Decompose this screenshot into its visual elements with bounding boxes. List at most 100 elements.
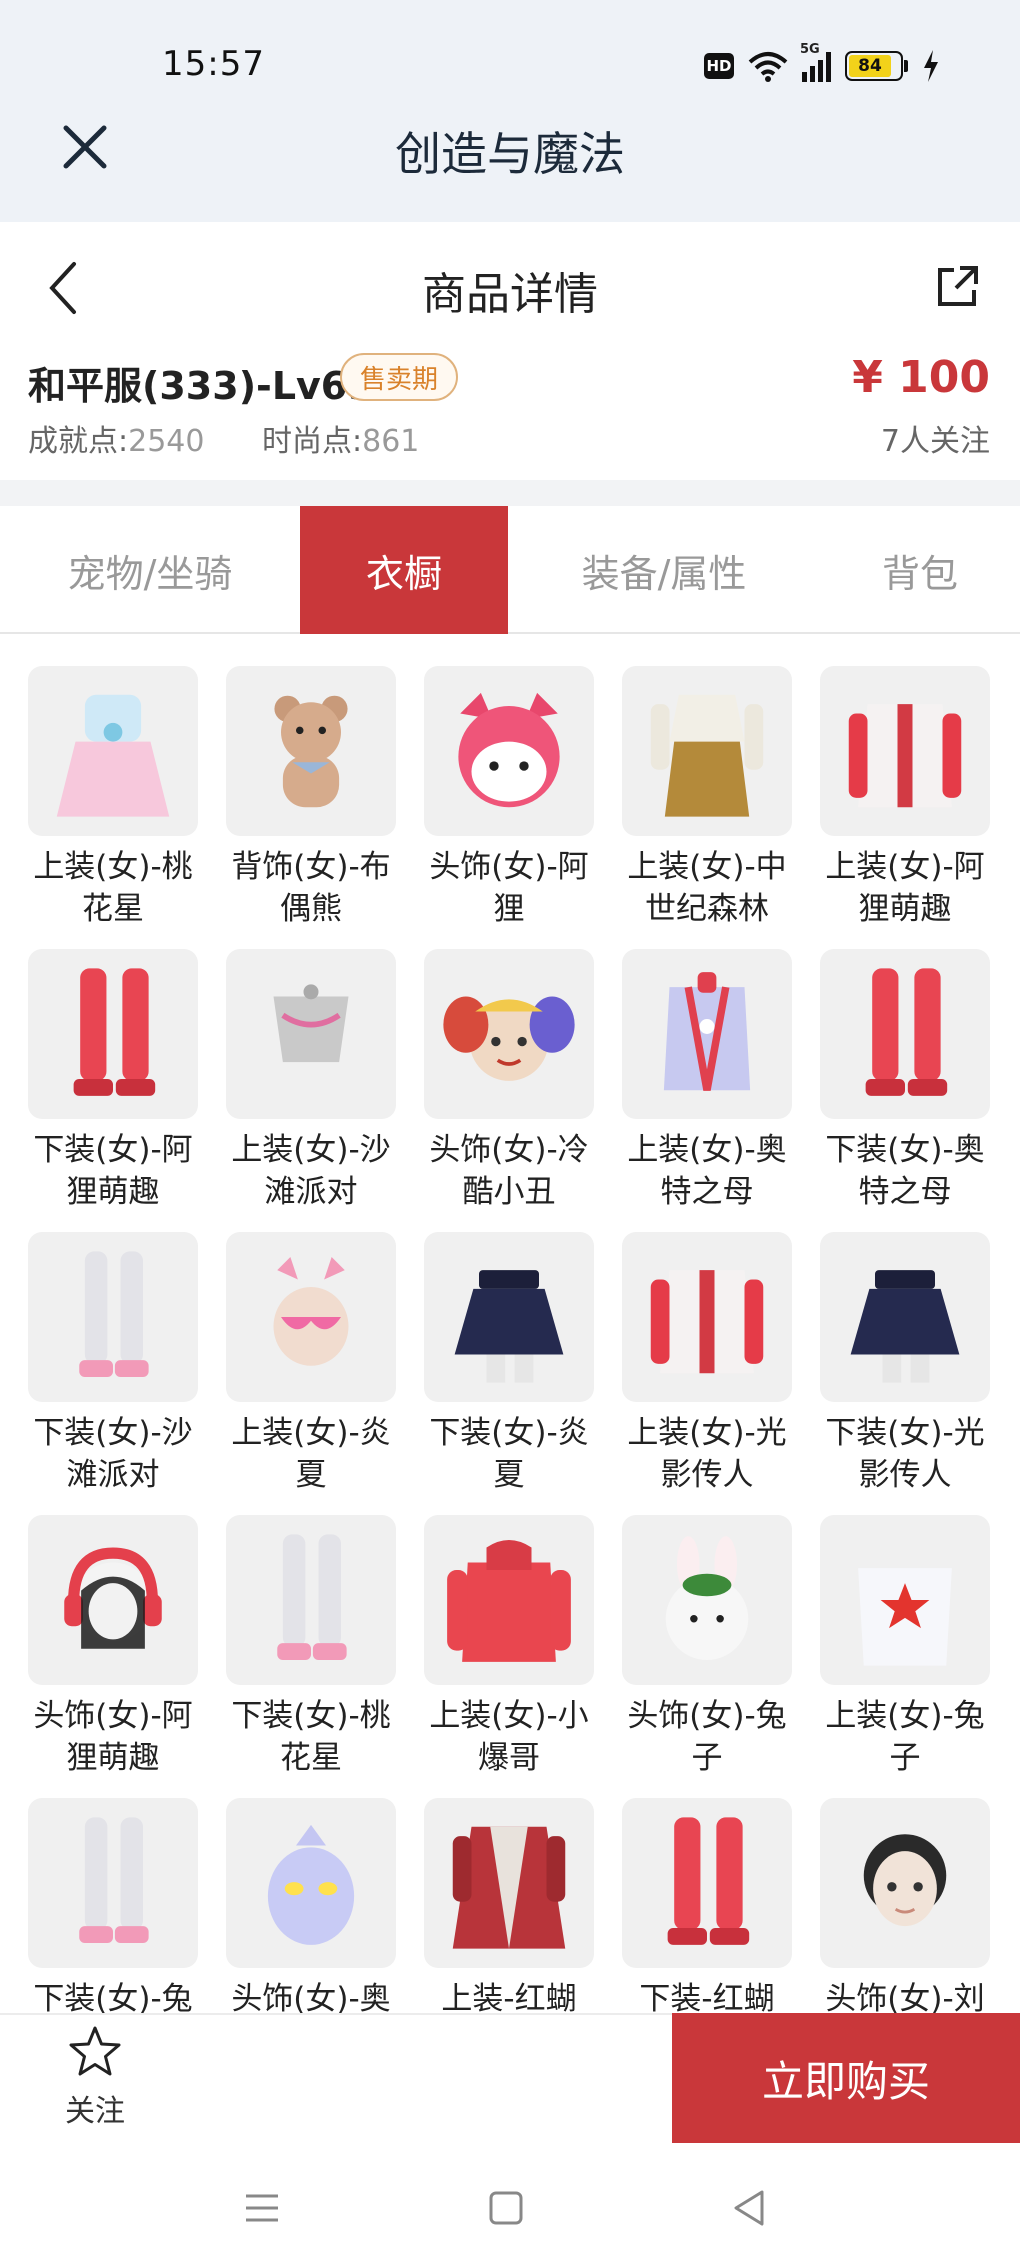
share-icon[interactable] xyxy=(934,262,982,310)
wardrobe-item[interactable]: 头饰(女)-奥 xyxy=(226,1798,396,2013)
tab-bar: 宠物/坐骑 衣橱 装备/属性 背包 xyxy=(0,506,1020,634)
wardrobe-grid: 上装(女)-桃花星 背饰(女)-布偶熊 头饰(女)-阿狸 上装(女)-中世纪森林 上装(… xyxy=(28,666,992,2013)
item-thumbnail xyxy=(28,1232,198,1402)
clown-head-icon xyxy=(443,996,575,1081)
wardrobe-item[interactable]: 上装(女)-桃花星 xyxy=(28,666,198,930)
wardrobe-item[interactable]: 下装(女)-阿狸萌趣 xyxy=(28,949,198,1213)
item-thumbnail xyxy=(622,1515,792,1685)
legs-icon xyxy=(79,1817,149,1943)
item-thumbnail xyxy=(622,1232,792,1402)
tab-equipment[interactable]: 装备/属性 xyxy=(508,506,820,634)
item-label: 下装(女)-兔 xyxy=(33,1981,193,2013)
back-nav-icon[interactable] xyxy=(728,2186,772,2230)
top-icon xyxy=(273,984,349,1063)
follow-button[interactable]: 关注 xyxy=(40,2024,150,2134)
item-label: 头饰(女)-奥 xyxy=(231,1981,391,2013)
wardrobe-item[interactable]: 下装(女)-奥特之母 xyxy=(820,949,990,1213)
legs-icon xyxy=(79,1251,149,1377)
rabbit-head-icon xyxy=(665,1536,749,1660)
wardrobe-item[interactable]: 上装(女)-光影传人 xyxy=(622,1232,792,1496)
jacket-icon xyxy=(650,1270,764,1374)
charging-icon xyxy=(924,50,938,82)
item-label: 头饰(女)-阿狸 xyxy=(429,849,589,927)
item-label: 背饰(女)-布偶熊 xyxy=(231,849,391,927)
girl-head-icon xyxy=(863,1834,947,1927)
wardrobe-item[interactable]: 下装(女)-桃花星 xyxy=(226,1515,396,1779)
wardrobe-item[interactable]: 头饰(女)-冷酷小丑 xyxy=(424,949,594,1213)
item-thumbnail xyxy=(28,666,198,836)
item-thumbnail xyxy=(226,1515,396,1685)
wardrobe-item[interactable]: 背饰(女)-布偶熊 xyxy=(226,666,396,930)
robe-icon xyxy=(452,1826,566,1949)
wardrobe-item[interactable]: 上装-红蝴 xyxy=(424,1798,594,2013)
battery-icon: 84 xyxy=(845,51,908,81)
wardrobe-item[interactable]: 头饰(女)-兔子 xyxy=(622,1515,792,1779)
price: ¥ 100 xyxy=(852,352,990,403)
item-label: 上装(女)-桃花星 xyxy=(33,849,193,927)
tab-wardrobe[interactable]: 衣橱 xyxy=(300,506,508,634)
boots-icon xyxy=(865,968,948,1096)
follower-count: 7人关注 xyxy=(880,424,990,459)
onesie-icon xyxy=(858,1568,952,1666)
fox-head-icon xyxy=(458,692,560,808)
wardrobe-item[interactable]: 下装(女)-沙滩派对 xyxy=(28,1232,198,1496)
item-label: 上装(女)-奥特之母 xyxy=(627,1132,787,1210)
home-icon[interactable] xyxy=(484,2186,528,2230)
item-label: 头饰(女)-阿狸萌趣 xyxy=(33,1698,193,1776)
battery-level: 84 xyxy=(849,55,891,77)
achievement-value: 2540 xyxy=(128,424,205,459)
item-thumbnail xyxy=(226,1232,396,1402)
item-thumbnail xyxy=(820,949,990,1119)
item-thumbnail xyxy=(622,1798,792,1968)
wardrobe-item[interactable]: 上装(女)-阿狸萌趣 xyxy=(820,666,990,930)
item-label: 下装-红蝴 xyxy=(639,1981,775,2013)
item-thumbnail xyxy=(28,1515,198,1685)
item-thumbnail xyxy=(424,1515,594,1685)
wardrobe-item[interactable]: 下装(女)-兔 xyxy=(28,1798,198,2013)
fashion-points: 时尚点:861 xyxy=(262,416,419,460)
wardrobe-item[interactable]: 头饰(女)-刘 xyxy=(820,1798,990,2013)
item-thumbnail xyxy=(226,666,396,836)
item-thumbnail xyxy=(820,666,990,836)
wardrobe-item[interactable]: 上装(女)-奥特之母 xyxy=(622,949,792,1213)
item-thumbnail xyxy=(424,949,594,1119)
skirt-icon xyxy=(454,1270,564,1383)
achievement-points: 成就点:2540 xyxy=(28,416,204,460)
app-title: 创造与魔法 xyxy=(395,127,625,181)
item-label: 头饰(女)-刘 xyxy=(825,1981,985,2013)
item-thumbnail xyxy=(28,1798,198,1968)
page-title: 商品详情 xyxy=(422,269,598,320)
item-label: 头饰(女)-兔子 xyxy=(627,1698,787,1776)
star-icon xyxy=(69,2026,121,2076)
wardrobe-item[interactable]: 下装-红蝴 xyxy=(622,1798,792,2013)
tab-pets-mounts[interactable]: 宠物/坐骑 xyxy=(0,506,300,634)
hoodie-icon xyxy=(447,1540,571,1662)
wardrobe-item[interactable]: 上装(女)-小爆哥 xyxy=(424,1515,594,1779)
item-label: 下装(女)-奥特之母 xyxy=(825,1132,985,1210)
menu-icon[interactable] xyxy=(240,2186,284,2230)
buy-now-button[interactable]: 立即购买 xyxy=(672,2013,1020,2143)
wardrobe-item[interactable]: 上装(女)-兔子 xyxy=(820,1515,990,1779)
wardrobe-item[interactable]: 下装(女)-炎夏 xyxy=(424,1232,594,1496)
skirt-icon xyxy=(850,1270,960,1383)
item-label: 上装(女)-炎夏 xyxy=(231,1415,391,1493)
wardrobe-item[interactable]: 头饰(女)-阿狸萌趣 xyxy=(28,1515,198,1779)
app-top-bar xyxy=(0,0,1020,222)
product-name: 和平服(333)-Lv69 xyxy=(28,364,374,408)
wardrobe-item[interactable]: 头饰(女)-阿狸 xyxy=(424,666,594,930)
tab-bag[interactable]: 背包 xyxy=(820,506,1020,634)
item-label: 下装(女)-阿狸萌趣 xyxy=(33,1132,193,1210)
fashion-label: 时尚点: xyxy=(262,424,363,459)
wardrobe-item[interactable]: 上装(女)-中世纪森林 xyxy=(622,666,792,930)
network-type: 5G xyxy=(800,42,820,57)
wardrobe-item[interactable]: 上装(女)-沙滩派对 xyxy=(226,949,396,1213)
item-thumbnail xyxy=(622,949,792,1119)
achievement-label: 成就点: xyxy=(28,424,129,459)
jacket-icon xyxy=(848,704,962,808)
fashion-value: 861 xyxy=(362,424,420,459)
item-thumbnail xyxy=(424,666,594,836)
item-label: 上装(女)-阿狸萌趣 xyxy=(825,849,985,927)
boots-icon xyxy=(73,968,156,1096)
wardrobe-item[interactable]: 下装(女)-光影传人 xyxy=(820,1232,990,1496)
wardrobe-item[interactable]: 上装(女)-炎夏 xyxy=(226,1232,396,1496)
